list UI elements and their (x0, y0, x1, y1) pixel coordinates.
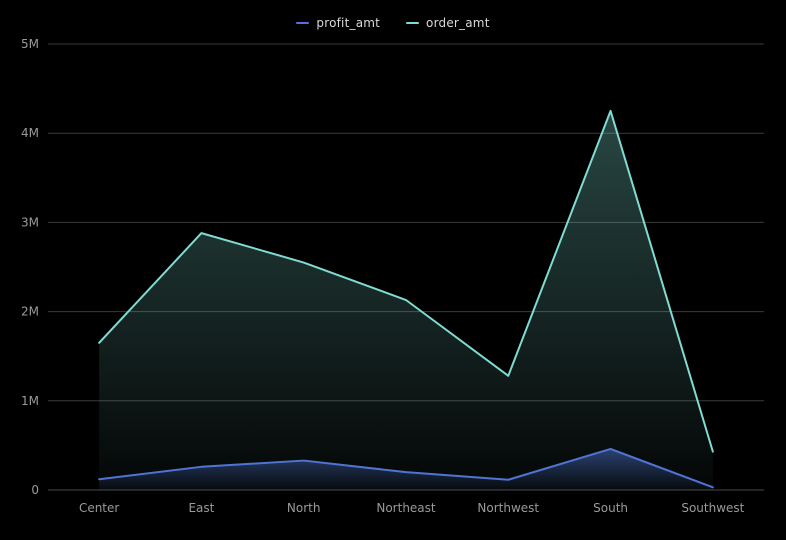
x-axis-category-label: Southwest (681, 501, 744, 515)
legend-swatch-order-icon (406, 22, 420, 24)
legend-swatch-profit-icon (296, 22, 310, 24)
x-axis-category-label: Northwest (477, 501, 539, 515)
y-axis-tick-label: 4M (21, 126, 39, 140)
x-axis-category-label: Center (79, 501, 119, 515)
y-axis-tick-label: 2M (21, 305, 39, 319)
legend-label-order: order_amt (426, 16, 490, 30)
y-axis-tick-label: 5M (21, 37, 39, 51)
chart-legend: profit_amt order_amt (0, 16, 786, 30)
x-axis-category-label: East (188, 501, 214, 515)
legend-label-profit: profit_amt (316, 16, 381, 30)
x-axis-category-label: South (593, 501, 628, 515)
x-axis-category-label: North (287, 501, 321, 515)
y-axis-tick-label: 0 (31, 483, 39, 497)
area-chart: profit_amt order_amt 0 1M 2M 3M 4M 5M Center Ea… (0, 0, 786, 540)
legend-item-profit-amt[interactable]: profit_amt (296, 16, 380, 30)
y-axis-tick-label: 1M (21, 394, 39, 408)
legend-item-order-amt[interactable]: order_amt (406, 16, 490, 30)
x-axis-category-label: Northeast (376, 501, 436, 515)
y-axis-tick-label: 3M (21, 215, 39, 229)
chart-canvas: 0 1M 2M 3M 4M 5M Center East North Northeast North… (21, 37, 764, 515)
